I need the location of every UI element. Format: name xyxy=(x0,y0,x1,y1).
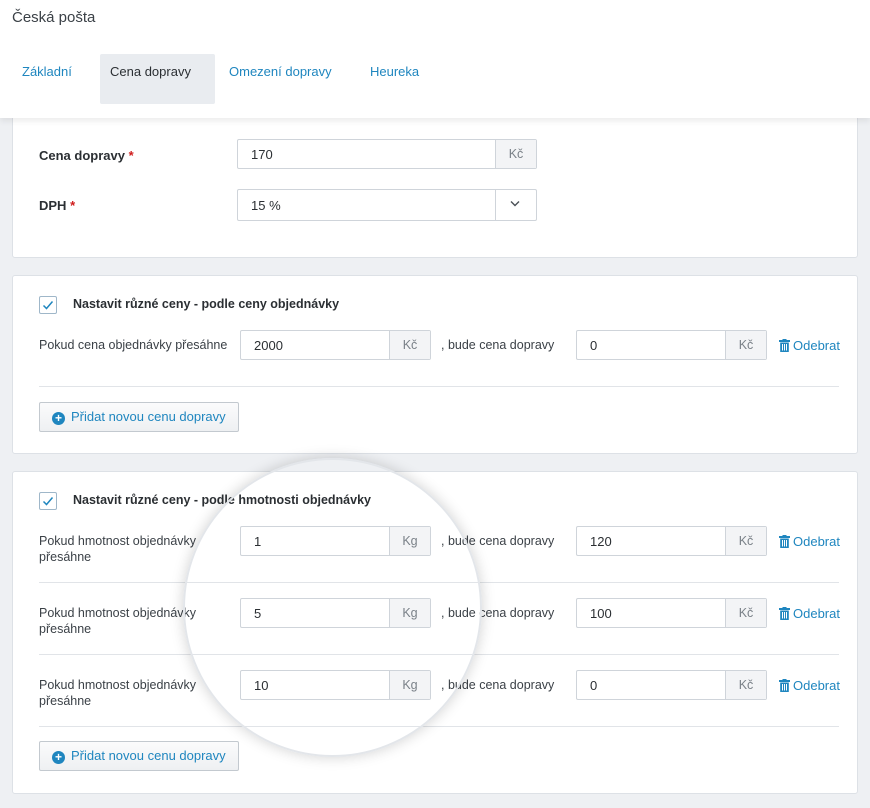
check-icon xyxy=(42,301,54,310)
weight-threshold-input[interactable]: 1 Kg xyxy=(240,526,431,556)
add-price-button[interactable]: + Přidat novou cenu dopravy xyxy=(39,741,239,771)
vat-select[interactable]: 15 % xyxy=(237,189,537,221)
tab-zakladni[interactable]: Základní xyxy=(22,54,72,104)
shipping-price-input[interactable]: 0 Kč xyxy=(576,670,767,700)
vat-label: DPH * xyxy=(39,198,76,213)
remove-button[interactable]: Odebrat xyxy=(779,606,840,621)
remove-button[interactable]: Odebrat xyxy=(779,338,840,353)
trash-icon xyxy=(779,679,790,692)
unit-addon: Kč xyxy=(389,331,430,359)
tab-omezeni-dopravy[interactable]: Omezení dopravy xyxy=(229,54,332,104)
divider xyxy=(39,386,839,387)
price-panel: Cena dopravy * 170 Kč DPH * 15 % xyxy=(12,112,858,258)
order-price-panel: Nastavit různé ceny - podle ceny objedná… xyxy=(12,275,858,454)
divider xyxy=(39,582,839,583)
tab-heureka[interactable]: Heureka xyxy=(370,54,419,104)
trash-icon xyxy=(779,607,790,620)
check-icon xyxy=(42,497,54,506)
trash-icon xyxy=(779,535,790,548)
remove-button[interactable]: Odebrat xyxy=(779,534,840,549)
shipping-price-input[interactable]: 0 Kč xyxy=(576,330,767,360)
unit-addon: Kg xyxy=(389,527,430,555)
condition-label: Pokud hmotnost objednávky přesáhne xyxy=(39,678,197,708)
shipping-price-input[interactable]: 120 Kč xyxy=(576,526,767,556)
order-price-checkbox[interactable] xyxy=(39,296,57,314)
weight-panel: Nastavit různé ceny - podle hmotnosti ob… xyxy=(12,471,858,794)
then-text: , bude cena dopravy xyxy=(441,606,555,620)
shipping-price-input[interactable]: 100 Kč xyxy=(576,598,767,628)
threshold-input[interactable]: 2000 Kč xyxy=(240,330,431,360)
currency-addon: Kč xyxy=(725,671,766,699)
add-price-button[interactable]: + Přidat novou cenu dopravy xyxy=(39,402,239,432)
plus-circle-icon: + xyxy=(52,412,65,425)
condition-label: Pokud hmotnost objednávky přesáhne xyxy=(39,534,197,564)
chevron-down-icon[interactable] xyxy=(495,190,536,220)
price-input[interactable]: 170 Kč xyxy=(237,139,537,169)
then-text: , bude cena dopravy xyxy=(441,338,555,352)
weight-threshold-input[interactable]: 5 Kg xyxy=(240,598,431,628)
then-text: , bude cena dopravy xyxy=(441,534,555,548)
order-price-checkbox-label: Nastavit různé ceny - podle ceny objedná… xyxy=(73,297,340,311)
remove-button[interactable]: Odebrat xyxy=(779,678,840,693)
page-title: Česká pošta xyxy=(12,9,96,26)
weight-checkbox-label: Nastavit různé ceny - podle hmotnosti ob… xyxy=(73,493,371,507)
then-text: , bude cena dopravy xyxy=(441,678,555,692)
currency-addon: Kč xyxy=(725,599,766,627)
trash-icon xyxy=(779,339,790,352)
tab-cena-dopravy[interactable]: Cena dopravy xyxy=(100,54,215,104)
unit-addon: Kg xyxy=(389,671,430,699)
weight-checkbox[interactable] xyxy=(39,492,57,510)
plus-circle-icon: + xyxy=(52,751,65,764)
condition-label: Pokud hmotnost objednávky přesáhne xyxy=(39,606,197,636)
price-label: Cena dopravy * xyxy=(39,148,134,163)
page-header: Česká pošta Základní Cena dopravy Omezen… xyxy=(0,0,870,118)
divider xyxy=(39,726,839,727)
currency-addon: Kč xyxy=(495,140,536,168)
currency-addon: Kč xyxy=(725,331,766,359)
divider xyxy=(39,654,839,655)
unit-addon: Kg xyxy=(389,599,430,627)
currency-addon: Kč xyxy=(725,527,766,555)
condition-label: Pokud cena objednávky přesáhne xyxy=(39,338,228,352)
weight-threshold-input[interactable]: 10 Kg xyxy=(240,670,431,700)
